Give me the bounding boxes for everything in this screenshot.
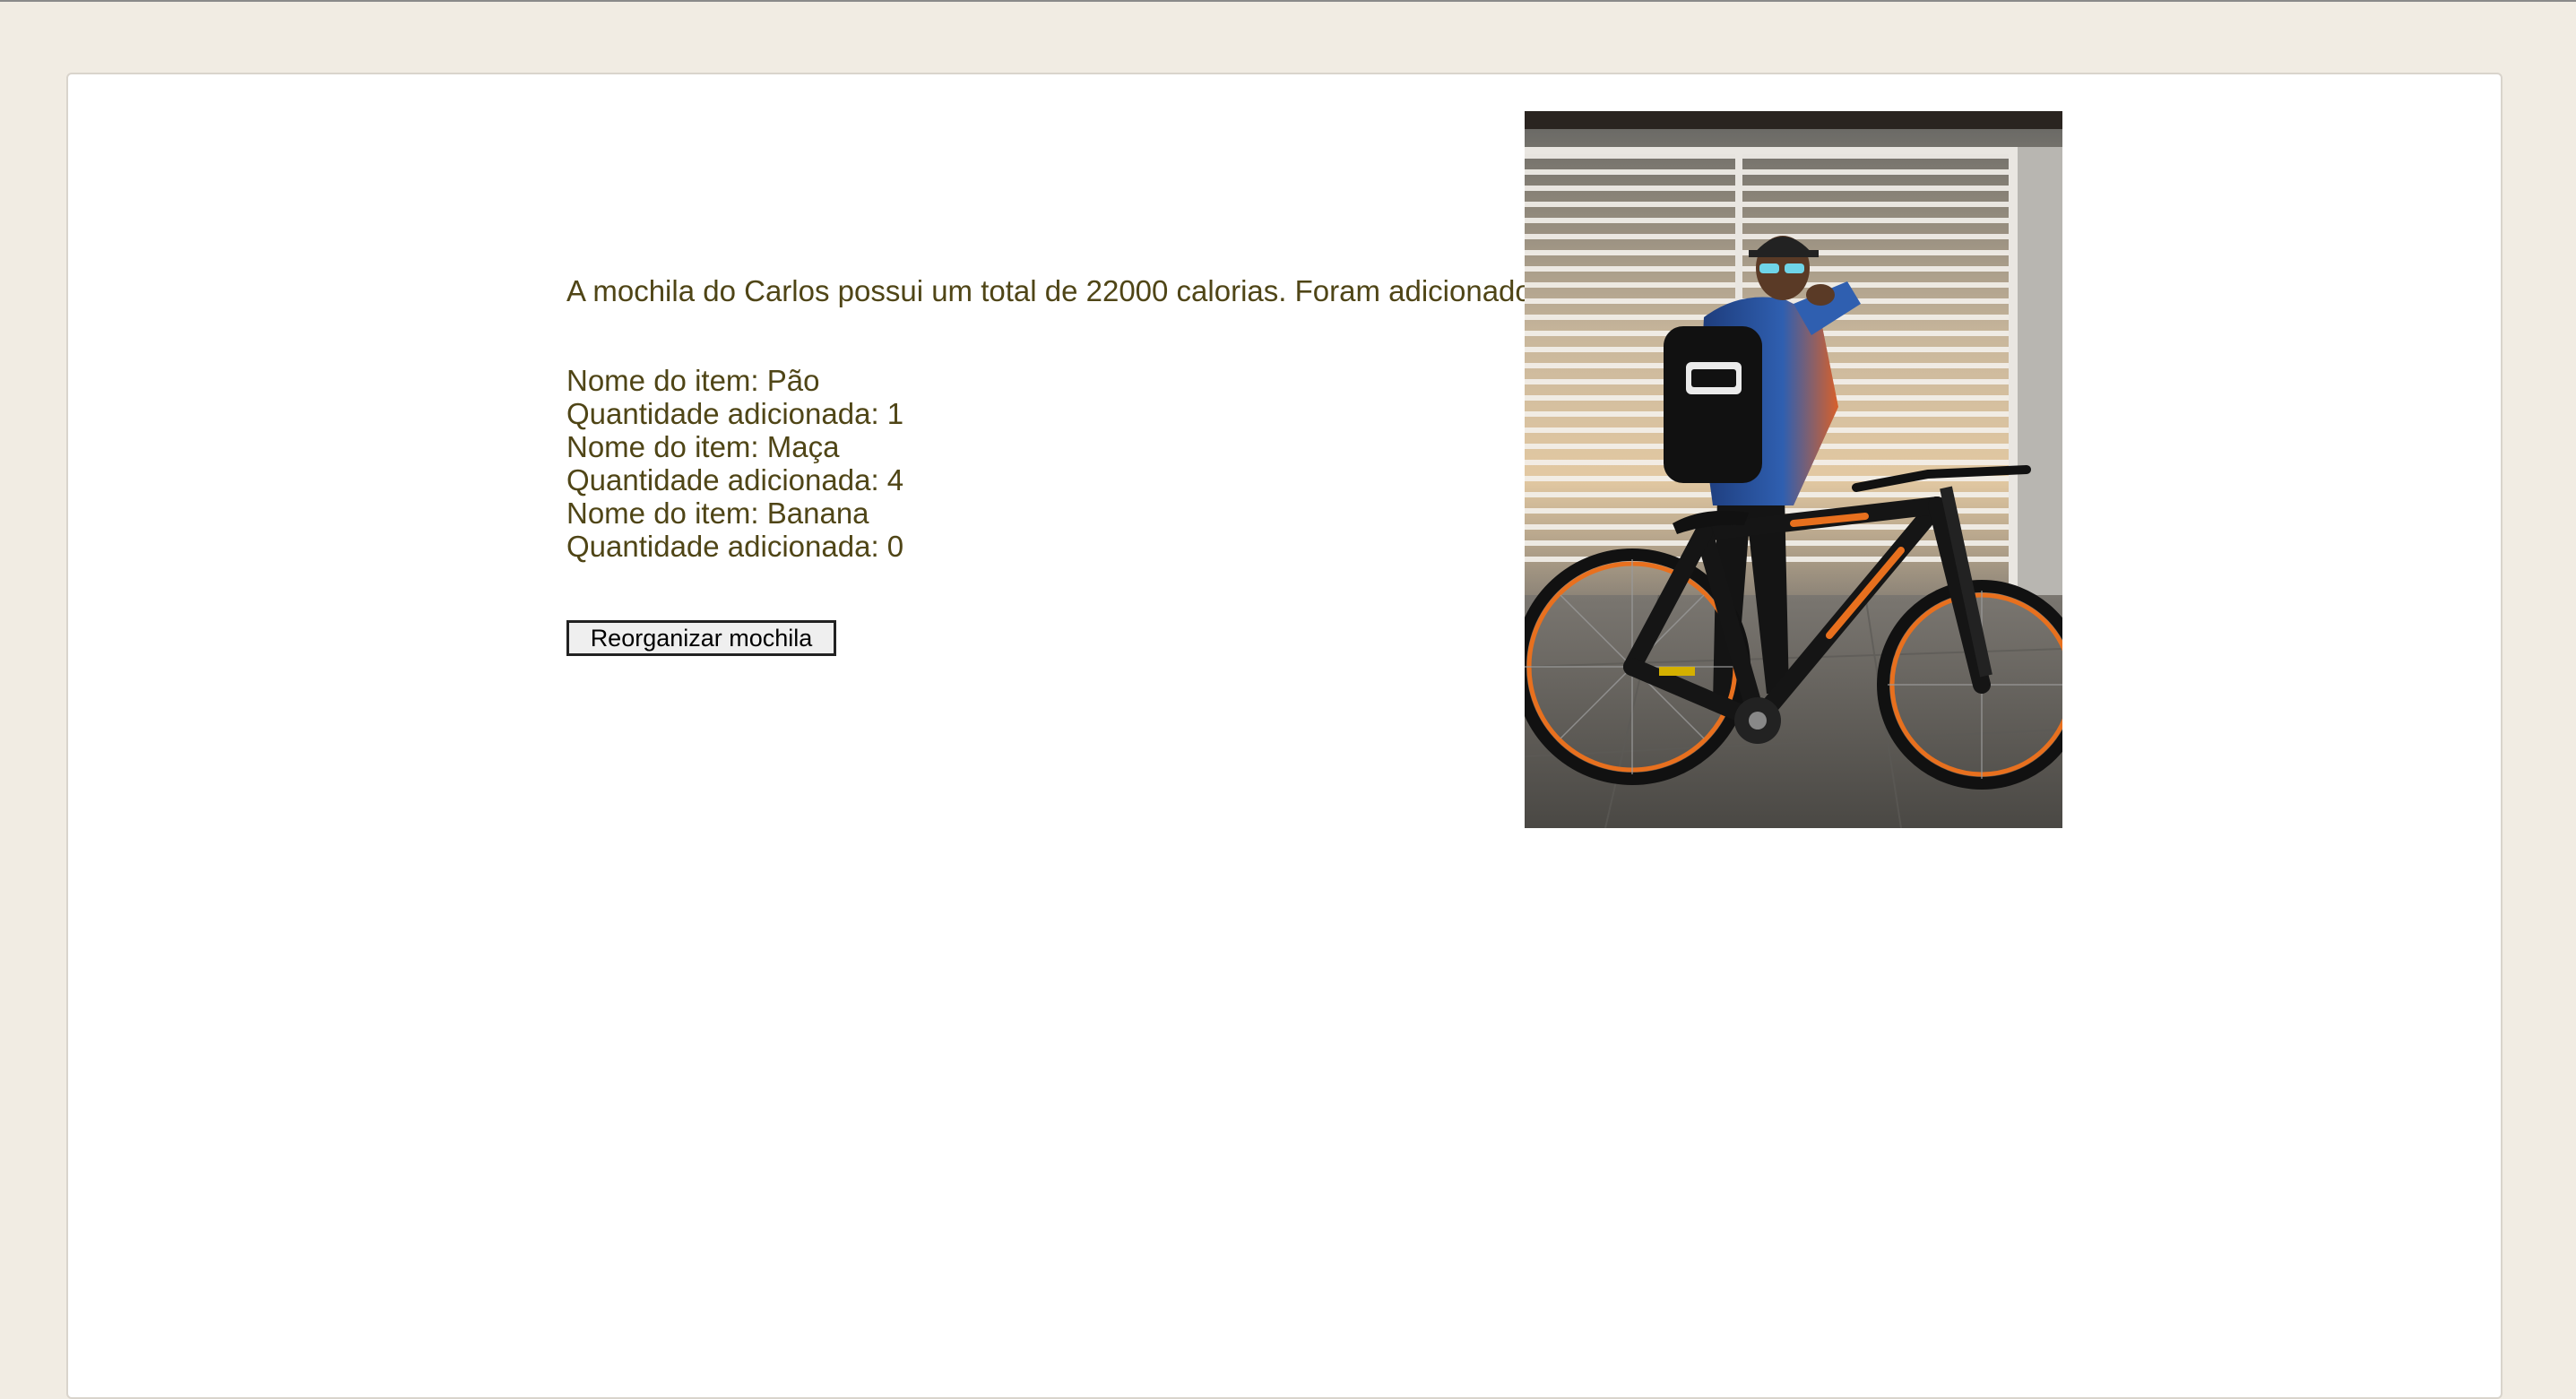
window-top-border — [0, 0, 2576, 2]
backpack-summary-section: A mochila do Carlos possui um total de 2… — [566, 274, 1554, 656]
item-list: Nome do item: Pão Quantidade adicionada:… — [566, 364, 1554, 563]
item-quantity-line: Quantidade adicionada: 0 — [566, 530, 904, 563]
item-name-line: Nome do item: Maça — [566, 430, 840, 463]
photo-person-with-bicycle — [1525, 111, 2062, 828]
item-name-line: Nome do item: Pão — [566, 364, 820, 397]
calories-summary-text: A mochila do Carlos possui um total de 2… — [566, 274, 1555, 307]
item-quantity-line: Quantidade adicionada: 1 — [566, 397, 904, 430]
item-quantity-line: Quantidade adicionada: 4 — [566, 463, 904, 497]
main-card — [66, 73, 2503, 1399]
item-name-line: Nome do item: Banana — [566, 497, 869, 530]
reorganize-backpack-button[interactable]: Reorganizar mochila — [566, 620, 836, 656]
